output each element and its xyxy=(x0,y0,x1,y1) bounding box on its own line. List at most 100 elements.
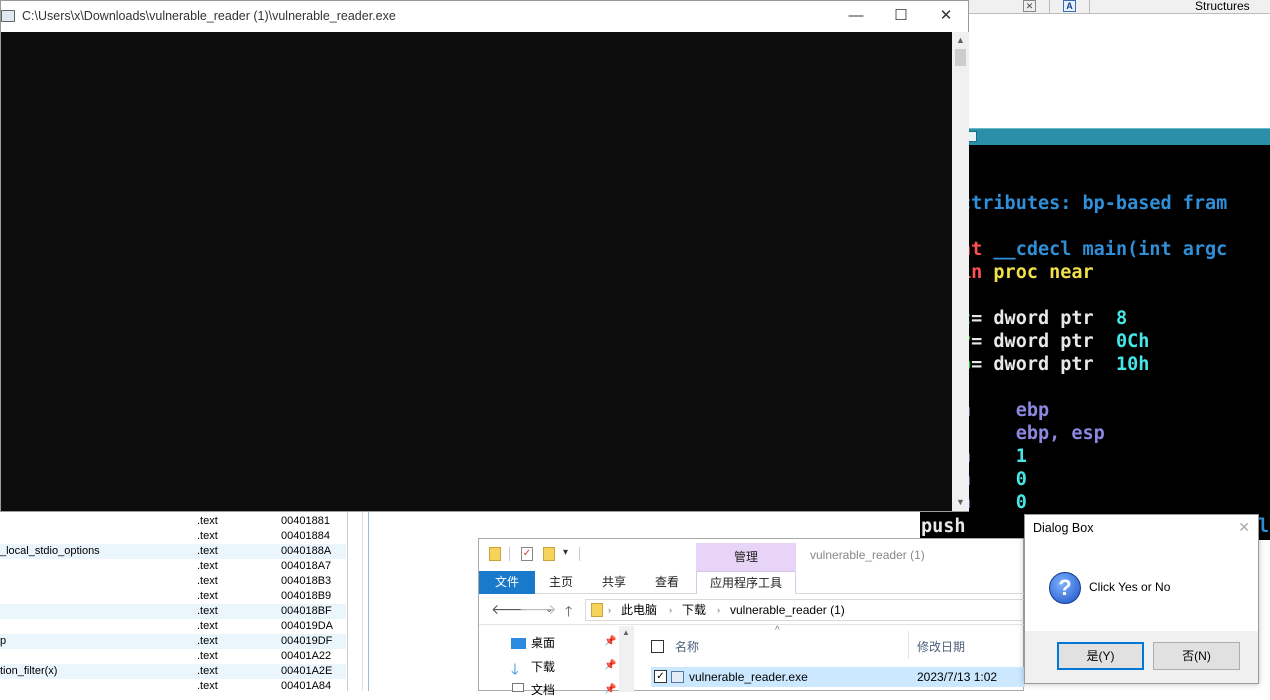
tab-view[interactable]: 查看 xyxy=(647,571,687,594)
close-icon[interactable]: ✕ xyxy=(1238,519,1250,536)
yes-button[interactable]: 是(Y) xyxy=(1057,642,1144,670)
table-row[interactable]: .text 00401A22 xyxy=(0,649,346,664)
code-token: 0 xyxy=(1015,469,1027,490)
pin-icon[interactable]: 📌 xyxy=(604,660,616,671)
tab-app-tools[interactable]: 应用程序工具 xyxy=(696,571,796,594)
navigation-pane[interactable]: 桌面 📌 🡓 下载 📌 文档 📌 xyxy=(479,626,634,697)
table-row[interactable]: _local_stdio_options .text 0040188A xyxy=(0,544,346,559)
properties-icon[interactable]: ✓ xyxy=(521,547,533,561)
address-bar-row: 🡐 🡒 ⌄ 🡑 › 此电脑 › 下载 › vulnerable_reader (… xyxy=(479,595,1025,625)
ribbon-tabs: 文件 主页 共享 查看 应用程序工具 xyxy=(479,571,1025,594)
close-button[interactable]: ✕ xyxy=(923,1,969,31)
table-row[interactable]: p .text 004019DF xyxy=(0,634,346,649)
code-line: h 0 xyxy=(960,469,1027,490)
console-window[interactable]: C:\Users\x\Downloads\vulnerable_reader (… xyxy=(0,0,969,512)
pin-icon[interactable]: 📌 xyxy=(604,636,616,647)
select-all-checkbox[interactable] xyxy=(651,640,664,653)
chevron-right-icon[interactable]: › xyxy=(608,600,611,620)
function-address: 00401881 xyxy=(281,515,330,527)
table-row[interactable]: .text 004018B9 xyxy=(0,589,346,604)
divider xyxy=(1049,0,1050,14)
tab-file[interactable]: 文件 xyxy=(479,571,535,594)
table-row[interactable]: .text 00401884 xyxy=(0,529,346,544)
scroll-up-icon[interactable]: ▲ xyxy=(952,32,969,49)
console-output[interactable] xyxy=(1,32,952,511)
function-address: 00401884 xyxy=(281,530,330,542)
scroll-thumb[interactable] xyxy=(955,49,966,66)
function-address: 004018B9 xyxy=(281,590,332,602)
function-segment: .text xyxy=(197,530,218,542)
console-scrollbar[interactable]: ▲ ▼ xyxy=(952,32,969,511)
code-line: ctributes: bp-based fram xyxy=(960,193,1227,214)
function-segment: .text xyxy=(197,590,218,602)
column-modified[interactable]: 修改日期 xyxy=(917,638,965,655)
nav-documents[interactable]: 文档 xyxy=(531,680,555,700)
divider xyxy=(368,512,369,691)
table-row[interactable]: .text 004018BF xyxy=(0,604,346,619)
table-row[interactable]: .text 004019DA xyxy=(0,619,346,634)
dialog-message: Click Yes or No xyxy=(1089,580,1171,594)
function-name: p xyxy=(0,635,7,647)
table-row[interactable]: .text 004018B3 xyxy=(0,574,346,589)
recent-chevron-icon[interactable]: ⌄ xyxy=(545,604,553,615)
code-token: proc near xyxy=(993,262,1094,283)
chevron-right-icon[interactable]: › xyxy=(717,600,720,620)
tab-structures[interactable]: Structures xyxy=(1195,0,1250,13)
tab-share[interactable]: 共享 xyxy=(594,571,634,594)
no-button[interactable]: 否(N) xyxy=(1153,642,1240,670)
maximize-button[interactable]: ☐ xyxy=(878,1,924,31)
dialog-box[interactable]: Dialog Box ✕ ? Click Yes or No 是(Y) 否(N) xyxy=(1024,514,1259,684)
table-row[interactable]: .text 004018A7 xyxy=(0,559,346,574)
pin-icon[interactable]: 📌 xyxy=(604,684,616,695)
new-folder-icon[interactable] xyxy=(543,547,555,561)
functions-list[interactable]: .text 00401881 .text 00401884 _local_stdio_o… xyxy=(0,512,348,694)
breadcrumb-folder[interactable]: vulnerable_reader (1) xyxy=(730,600,845,620)
column-name[interactable]: 名称 xyxy=(675,638,699,655)
folder-icon xyxy=(591,603,603,617)
folder-icon[interactable] xyxy=(489,547,501,561)
tab-home[interactable]: 主页 xyxy=(541,571,581,594)
nav-scrollbar[interactable]: ▲ xyxy=(619,626,634,692)
console-titlebar[interactable]: C:\Users\x\Downloads\vulnerable_reader (… xyxy=(1,1,968,32)
table-row[interactable]: .text 00401A84 xyxy=(0,679,346,694)
dialog-footer: 是(Y) 否(N) xyxy=(1025,631,1258,683)
table-row[interactable]: .text 00401881 xyxy=(0,514,346,529)
function-address: 004018BF xyxy=(281,605,332,617)
row-checkbox[interactable]: ✓ xyxy=(654,670,667,683)
breadcrumb-downloads[interactable]: 下载 xyxy=(682,600,706,620)
nav-desktop[interactable]: 桌面 xyxy=(531,633,555,653)
chevron-right-icon[interactable]: › xyxy=(669,600,672,620)
file-explorer-window[interactable]: ✓ ▾ 管理 vulnerable_reader (1) 文件 主页 共享 查看… xyxy=(478,538,1025,697)
up-arrow-icon[interactable]: 🡑 xyxy=(565,601,572,625)
list-item[interactable]: ✓ vulnerable_reader.exe 2023/7/13 1:02 xyxy=(651,667,1025,687)
code-line-tail: l xyxy=(1258,516,1270,537)
divider xyxy=(509,547,510,561)
scroll-up-icon[interactable]: ▲ xyxy=(622,628,630,637)
function-segment: .text xyxy=(197,545,218,557)
code-token: = dword ptr xyxy=(971,308,1116,329)
breadcrumb[interactable]: › 此电脑 › 下载 › vulnerable_reader (1) xyxy=(585,599,1025,621)
function-segment: .text xyxy=(197,635,218,647)
nav-downloads[interactable]: 下载 xyxy=(531,657,555,677)
file-name[interactable]: vulnerable_reader.exe xyxy=(689,667,808,687)
console-title: C:\Users\x\Downloads\vulnerable_reader (… xyxy=(22,9,396,23)
function-segment: .text xyxy=(197,605,218,617)
code-line: h ebp xyxy=(960,400,1049,421)
file-list[interactable]: ^ 名称 修改日期 ✓ vulnerable_reader.exe 2023/7… xyxy=(635,625,1025,692)
scroll-down-icon[interactable]: ▼ xyxy=(952,494,969,511)
breadcrumb-this-pc[interactable]: 此电脑 xyxy=(621,600,657,620)
ida-tabstrip: ✕ A Structures xyxy=(969,0,1270,14)
close-icon[interactable]: ✕ xyxy=(1023,0,1036,12)
code-token: 1 xyxy=(1015,446,1027,467)
code-token: ebp, esp xyxy=(1015,423,1105,444)
customize-qat-icon[interactable]: ▾ xyxy=(563,547,568,558)
divider xyxy=(362,512,363,691)
code-line: in proc near xyxy=(960,262,1094,283)
ida-top-panel: ✕ A Structures xyxy=(968,0,1270,128)
minimize-button[interactable]: — xyxy=(833,1,879,31)
code-token: 0 xyxy=(1015,492,1027,513)
function-address: 00401A2E xyxy=(281,665,333,677)
ida-disassembly-view[interactable]: ctributes: bp-based fram nt __cdecl main(… xyxy=(920,145,1270,540)
function-segment: .text xyxy=(197,680,218,692)
table-row[interactable]: tion_filter(x) .text 00401A2E xyxy=(0,664,346,679)
